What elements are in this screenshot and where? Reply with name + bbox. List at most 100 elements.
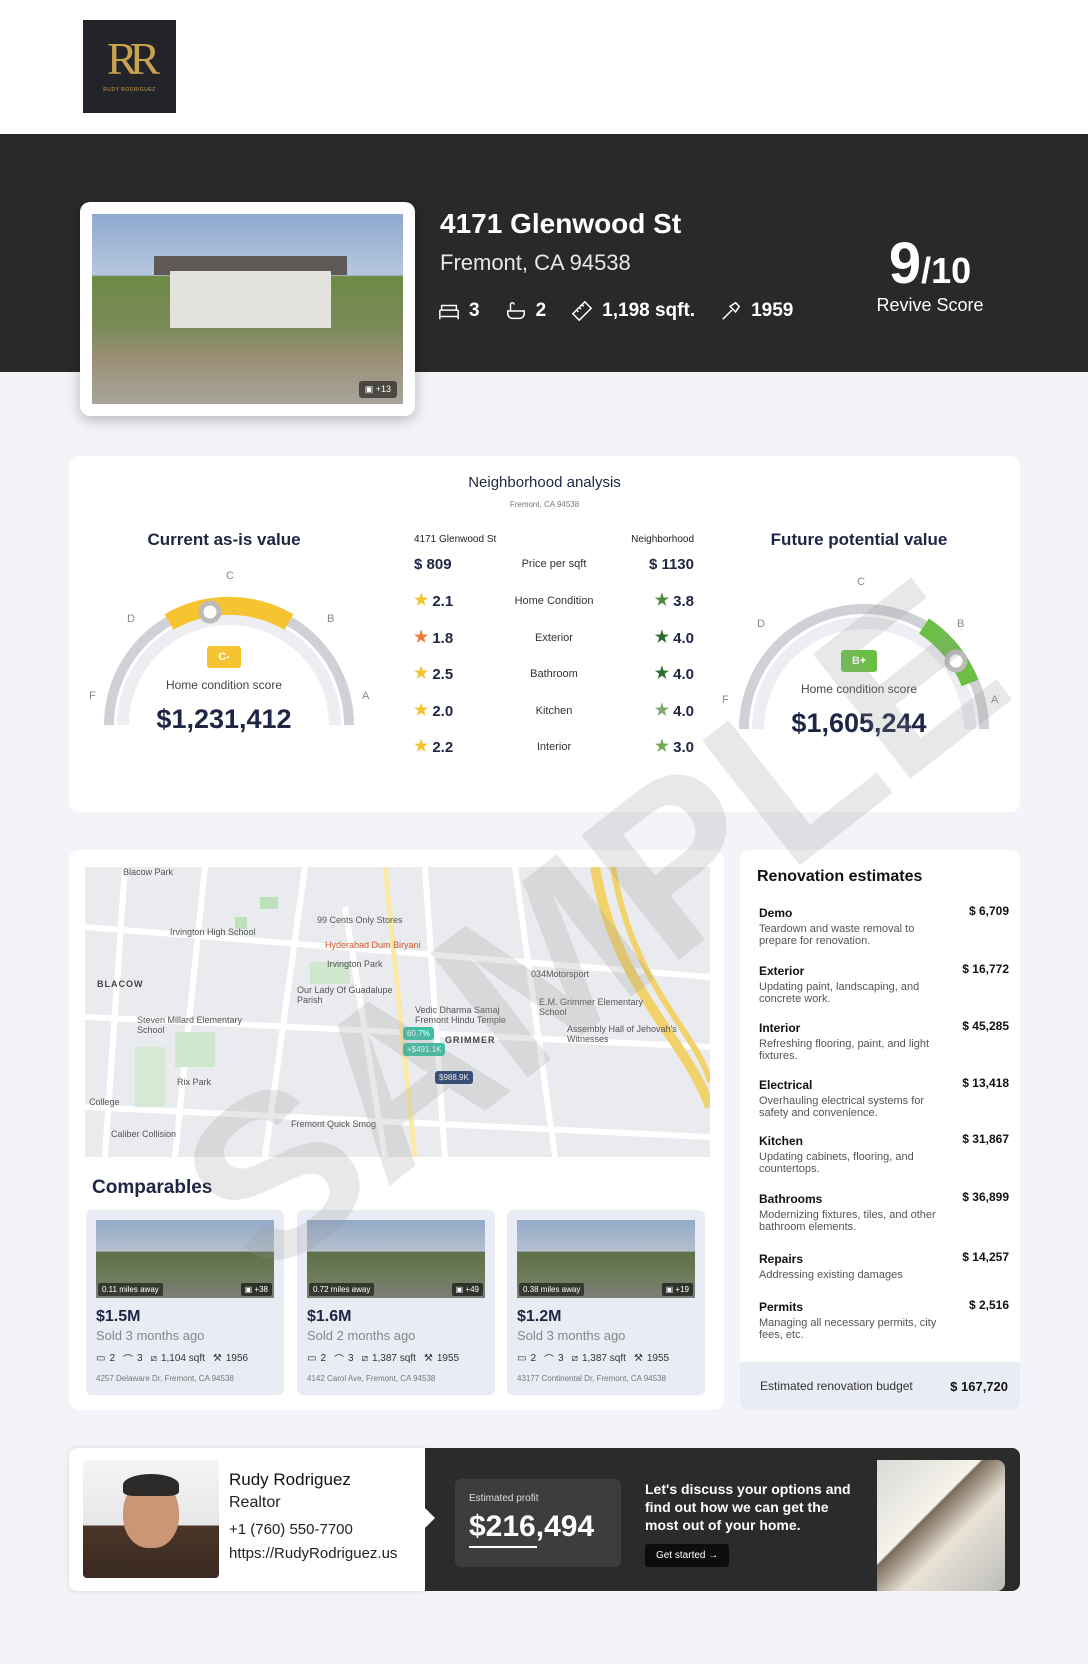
neighborhood-metric-value: $ 1130: [648, 555, 694, 573]
photo-count-badge: ▣ +13: [358, 381, 397, 398]
star-icon: ★: [654, 738, 670, 755]
cta-message: Let's discuss your options and find out …: [645, 1481, 851, 1533]
map-label[interactable]: 034Motorsport: [531, 969, 589, 979]
map-label[interactable]: Irvington High School: [170, 927, 256, 937]
score-label: Revive Score: [876, 295, 984, 315]
current-value-title: Current as-is value: [147, 530, 301, 549]
renovation-cost: $ 36,899: [962, 1190, 1009, 1204]
hammer-icon: [722, 301, 741, 320]
map-label[interactable]: Hyderabad Dum Biryani: [325, 940, 421, 950]
agent-phone[interactable]: +1 (760) 550-7700: [229, 1521, 353, 1538]
logo-sub: RUDY RODRIGUEZ: [103, 87, 156, 93]
map-pin-percent[interactable]: 60.7%: [403, 1027, 434, 1040]
metric-name: Kitchen: [535, 705, 573, 717]
bed-count: 2: [530, 1353, 537, 1364]
renovation-desc: Teardown and waste removal to prepare fo…: [759, 923, 915, 947]
comparable-price: $1.2M: [517, 1308, 562, 1325]
sqft-value: 1,104 sqft: [160, 1353, 205, 1364]
comparable-card[interactable]: 0.38 miles away ▣ +19 $1.2M Sold 3 month…: [507, 1210, 705, 1395]
distance-badge: 0.72 miles away: [309, 1283, 375, 1296]
cta-arrow: [423, 1506, 435, 1530]
renovation-cost: $ 6,709: [968, 904, 1009, 918]
map-label[interactable]: 99 Cents Only Stores: [317, 915, 403, 925]
metric-name: Price per sqft: [521, 558, 587, 570]
map-label[interactable]: Assembly Hall of Jehovah's Witnesses: [567, 1024, 677, 1044]
star-icon: ★: [414, 665, 429, 682]
comparable-features: ▭ 2 ⌒ 3 ⧄ 1,104 sqft ⚒ 1956: [96, 1351, 274, 1366]
renovation-desc: Refreshing flooring, paint, and light fi…: [759, 1038, 929, 1062]
map-label[interactable]: Our Lady Of Guadalupe Parish: [297, 985, 407, 1005]
agent-website[interactable]: https://RudyRodriguez.us: [229, 1545, 397, 1562]
bath-icon: ⌒: [544, 1355, 555, 1366]
agent-photo[interactable]: [83, 1460, 219, 1578]
renovation-item: Electrical $ 13,418 Overhauling electric…: [759, 1076, 1009, 1119]
comparable-sold: Sold 3 months ago: [96, 1328, 205, 1343]
budget-label: Estimated renovation budget: [760, 1379, 913, 1393]
renovation-item: Interior $ 45,285 Refreshing flooring, p…: [759, 1019, 1009, 1062]
map-label[interactable]: GRIMMER: [445, 1035, 496, 1045]
renovation-cost: $ 2,516: [968, 1298, 1009, 1312]
metric-name: Home Condition: [514, 595, 594, 607]
score-denominator: /10: [921, 250, 972, 291]
col-header-neighborhood: Neighborhood: [631, 534, 694, 545]
bath-icon: ⌒: [334, 1355, 345, 1366]
map-label[interactable]: Fremont Quick Smog: [291, 1119, 376, 1129]
map-pin-gain[interactable]: +$491.1K: [403, 1043, 446, 1056]
comparable-card[interactable]: 0.11 miles away ▣ +38 $1.5M Sold 3 month…: [86, 1210, 284, 1395]
comparable-sold: Sold 3 months ago: [517, 1328, 626, 1343]
renovation-cost: $ 16,772: [962, 962, 1009, 976]
map-label[interactable]: College: [89, 1097, 120, 1107]
star-icon: ★: [654, 629, 670, 646]
hammer-icon: ⚒: [633, 1353, 643, 1364]
map-label[interactable]: Steven Millard Elementary School: [137, 1015, 247, 1035]
renovation-cost: $ 31,867: [962, 1132, 1009, 1146]
map-label[interactable]: E.M. Grimmer Elementary School: [539, 997, 649, 1017]
neighborhood-metric-value: ★ 4.0: [654, 629, 694, 647]
comparable-photo[interactable]: 0.72 miles away ▣ +49: [307, 1220, 485, 1298]
map-label[interactable]: Blacow Park: [123, 867, 173, 877]
star-icon: ★: [654, 592, 670, 609]
renovation-item: Repairs $ 14,257 Addressing existing dam…: [759, 1250, 1009, 1281]
property-photo[interactable]: ▣ +13: [92, 214, 403, 404]
comparable-features: ▭ 2 ⌒ 3 ⧄ 1,387 sqft ⚒ 1955: [307, 1351, 485, 1366]
comparable-photo[interactable]: 0.11 miles away ▣ +38: [96, 1220, 274, 1298]
map-label[interactable]: BLACOW: [97, 979, 144, 989]
brand-logo[interactable]: RR RUDY RODRIGUEZ: [83, 20, 176, 113]
cta-house-image: [877, 1460, 1005, 1591]
get-started-button[interactable]: Get started →: [645, 1544, 730, 1567]
current-caption: Home condition score: [165, 678, 283, 692]
map-pin-price[interactable]: $988.9K: [435, 1071, 473, 1084]
grade-b-future: B: [957, 618, 965, 630]
analysis-row: ★ 1.8 Exterior ★ 4.0: [414, 628, 694, 648]
grade-b: B: [327, 613, 335, 625]
comparable-card[interactable]: 0.72 miles away ▣ +49 $1.6M Sold 2 month…: [297, 1210, 495, 1395]
comparable-photo[interactable]: 0.38 miles away ▣ +19: [517, 1220, 695, 1298]
map-label[interactable]: Irvington Park: [327, 959, 383, 969]
neighborhood-map[interactable]: Blacow Park Irvington High School 99 Cents…: [85, 867, 710, 1157]
score-value: 9: [888, 231, 922, 296]
agent-role: Realtor: [229, 1494, 281, 1511]
sqft-value: 1,198 sqft.: [602, 300, 696, 321]
neighborhood-metric-value: ★ 3.8: [654, 592, 694, 610]
neighborhood-subtitle: Fremont, CA 94538: [509, 500, 580, 509]
property-photo-card[interactable]: ▣ +13: [80, 202, 415, 416]
map-label[interactable]: Caliber Collision: [111, 1129, 176, 1139]
comparables-title: Comparables: [92, 1177, 213, 1198]
agent-card: Rudy Rodriguez Realtor +1 (760) 550-7700…: [69, 1448, 429, 1591]
renovation-item: Permits $ 2,516 Managing all necessary p…: [759, 1298, 1009, 1341]
star-icon: ★: [414, 738, 429, 755]
year-built: 1956: [225, 1353, 249, 1364]
comparable-address: 4142 Carol Ave, Fremont, CA 94538: [307, 1374, 436, 1383]
grade-c: C: [226, 570, 234, 582]
grade-f: F: [89, 690, 96, 702]
agent-name: Rudy Rodriguez: [229, 1470, 351, 1489]
comparable-features: ▭ 2 ⌒ 3 ⧄ 1,387 sqft ⚒ 1955: [517, 1351, 695, 1366]
comparable-price: $1.5M: [96, 1308, 141, 1325]
bed-count: 2: [109, 1353, 116, 1364]
map-label[interactable]: Rix Park: [177, 1077, 211, 1087]
renovation-desc: Addressing existing damages: [759, 1269, 903, 1281]
ruler-icon: [571, 300, 593, 322]
map-label[interactable]: Vedic Dharma Samaj Fremont Hindu Temple: [415, 1005, 525, 1025]
renovation-cost: $ 14,257: [962, 1250, 1009, 1264]
bed-icon: ▭: [517, 1353, 527, 1364]
